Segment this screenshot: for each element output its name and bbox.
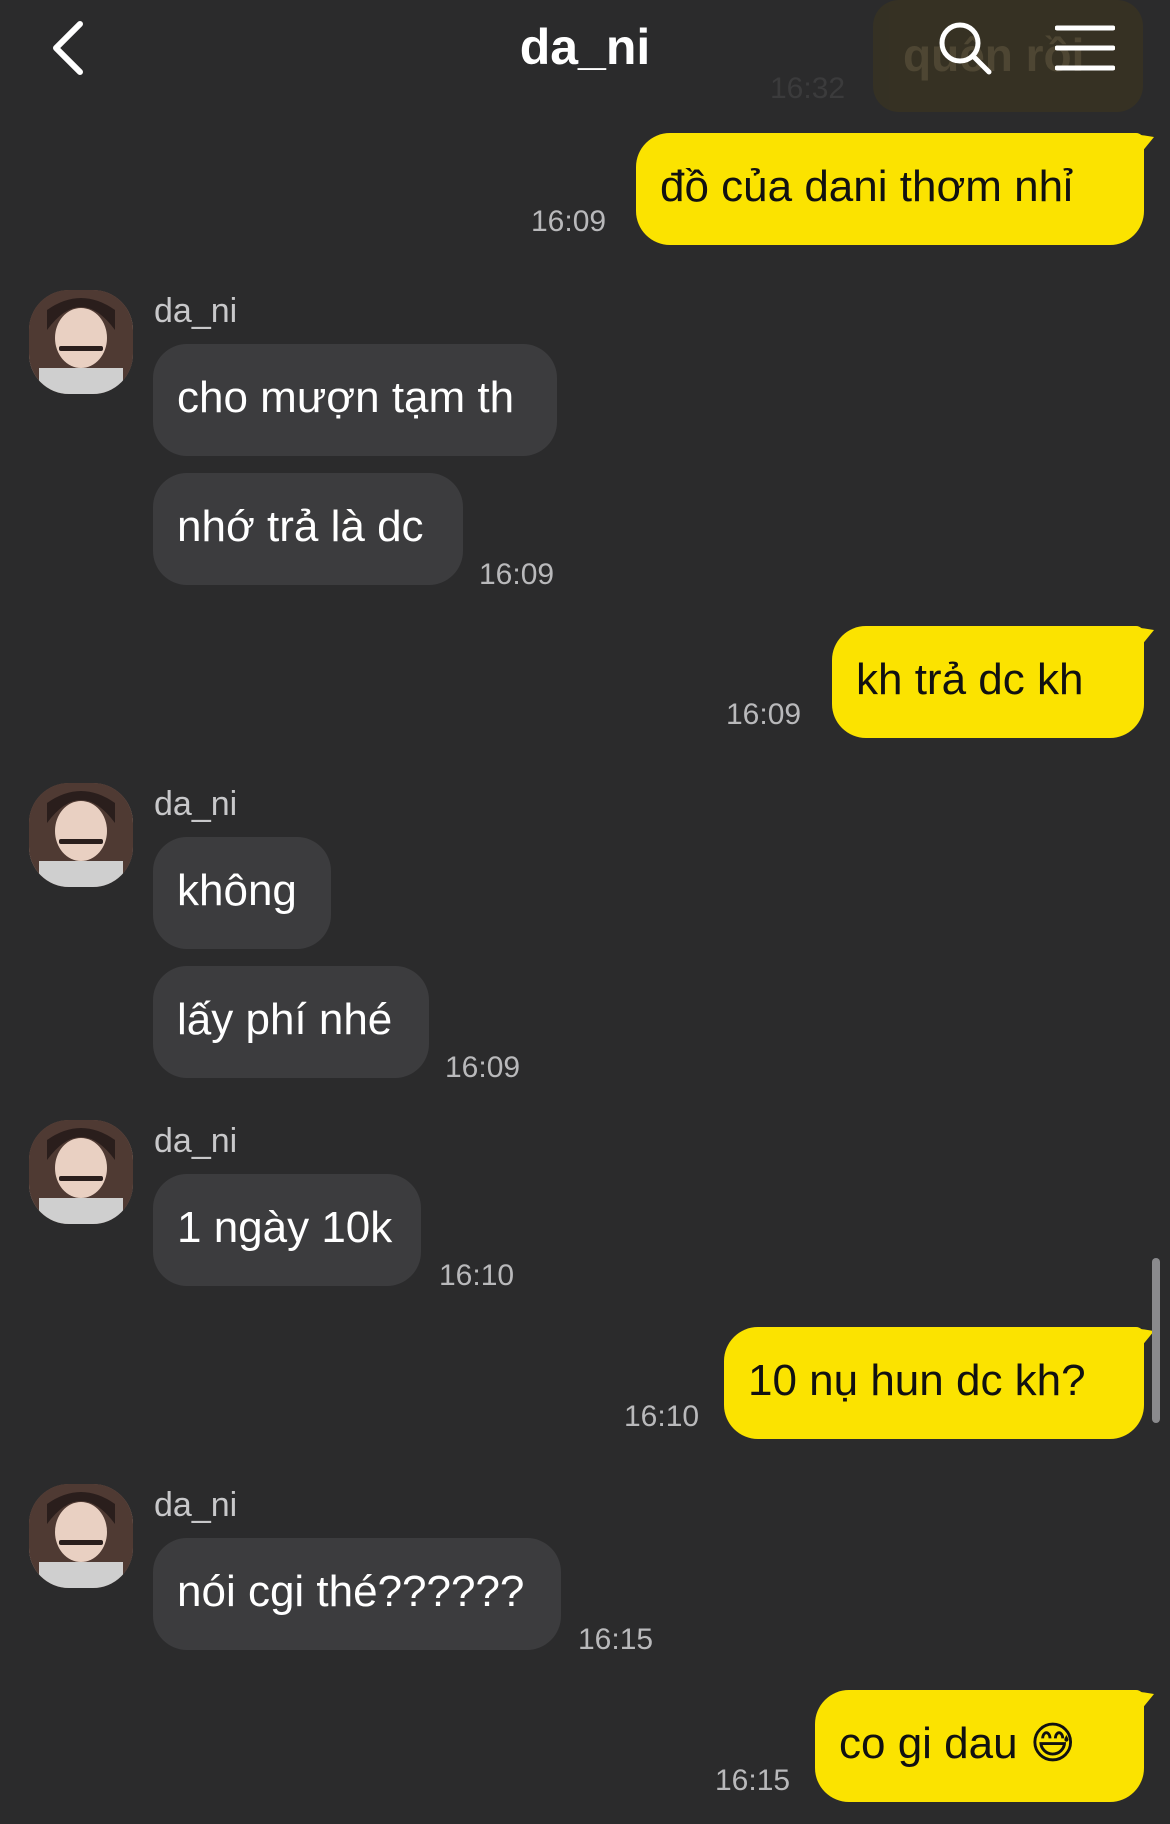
scrollbar[interactable] xyxy=(1152,1258,1160,1423)
search-icon[interactable] xyxy=(935,18,995,78)
chat-header: quên rồi 16:32 da_ni xyxy=(0,0,1170,112)
message-time: 16:09 xyxy=(479,558,555,591)
message-time: 16:09 xyxy=(726,698,802,731)
message-bubble[interactable]: đồ của dani thơm nhỉ xyxy=(636,133,1144,245)
sender-name: da_ni xyxy=(154,1122,238,1160)
pinned-message-time: 16:32 xyxy=(770,72,846,105)
avatar[interactable] xyxy=(29,783,133,887)
avatar[interactable] xyxy=(29,1120,133,1224)
message-bubble[interactable]: kh trả dc kh xyxy=(832,626,1144,738)
message-bubble[interactable]: 10 nụ hun dc kh? xyxy=(724,1327,1144,1439)
avatar-image xyxy=(29,290,133,394)
sender-name: da_ni xyxy=(154,292,238,330)
message-time: 16:09 xyxy=(445,1051,521,1084)
message-bubble[interactable]: co gi dau 😅 xyxy=(815,1690,1144,1802)
message-time: 16:10 xyxy=(439,1259,515,1292)
message-time: 16:15 xyxy=(578,1623,654,1656)
avatar-image xyxy=(29,1120,133,1224)
message-bubble[interactable]: nói cgi thé?????? xyxy=(153,1538,561,1650)
message-bubble[interactable]: cho mượn tạm th xyxy=(153,344,557,456)
sender-name: da_ni xyxy=(154,785,238,823)
message-bubble[interactable]: 1 ngày 10k xyxy=(153,1174,421,1286)
sender-name: da_ni xyxy=(154,1486,238,1524)
message-time: 16:10 xyxy=(624,1400,700,1433)
message-time: 16:09 xyxy=(531,205,607,238)
message-bubble[interactable]: nhớ trả là dc xyxy=(153,473,463,585)
message-bubble[interactable]: lấy phí nhé xyxy=(153,966,429,1078)
message-time: 16:15 xyxy=(715,1764,791,1797)
avatar[interactable] xyxy=(29,290,133,394)
avatar[interactable] xyxy=(29,1484,133,1588)
bubble-tail xyxy=(1128,1327,1154,1353)
bubble-tail xyxy=(1128,133,1154,159)
bubble-tail xyxy=(1128,626,1154,652)
menu-icon[interactable] xyxy=(1055,18,1115,78)
avatar-image xyxy=(29,783,133,887)
bubble-tail xyxy=(1128,1690,1154,1716)
avatar-image xyxy=(29,1484,133,1588)
message-bubble[interactable]: không xyxy=(153,837,331,949)
